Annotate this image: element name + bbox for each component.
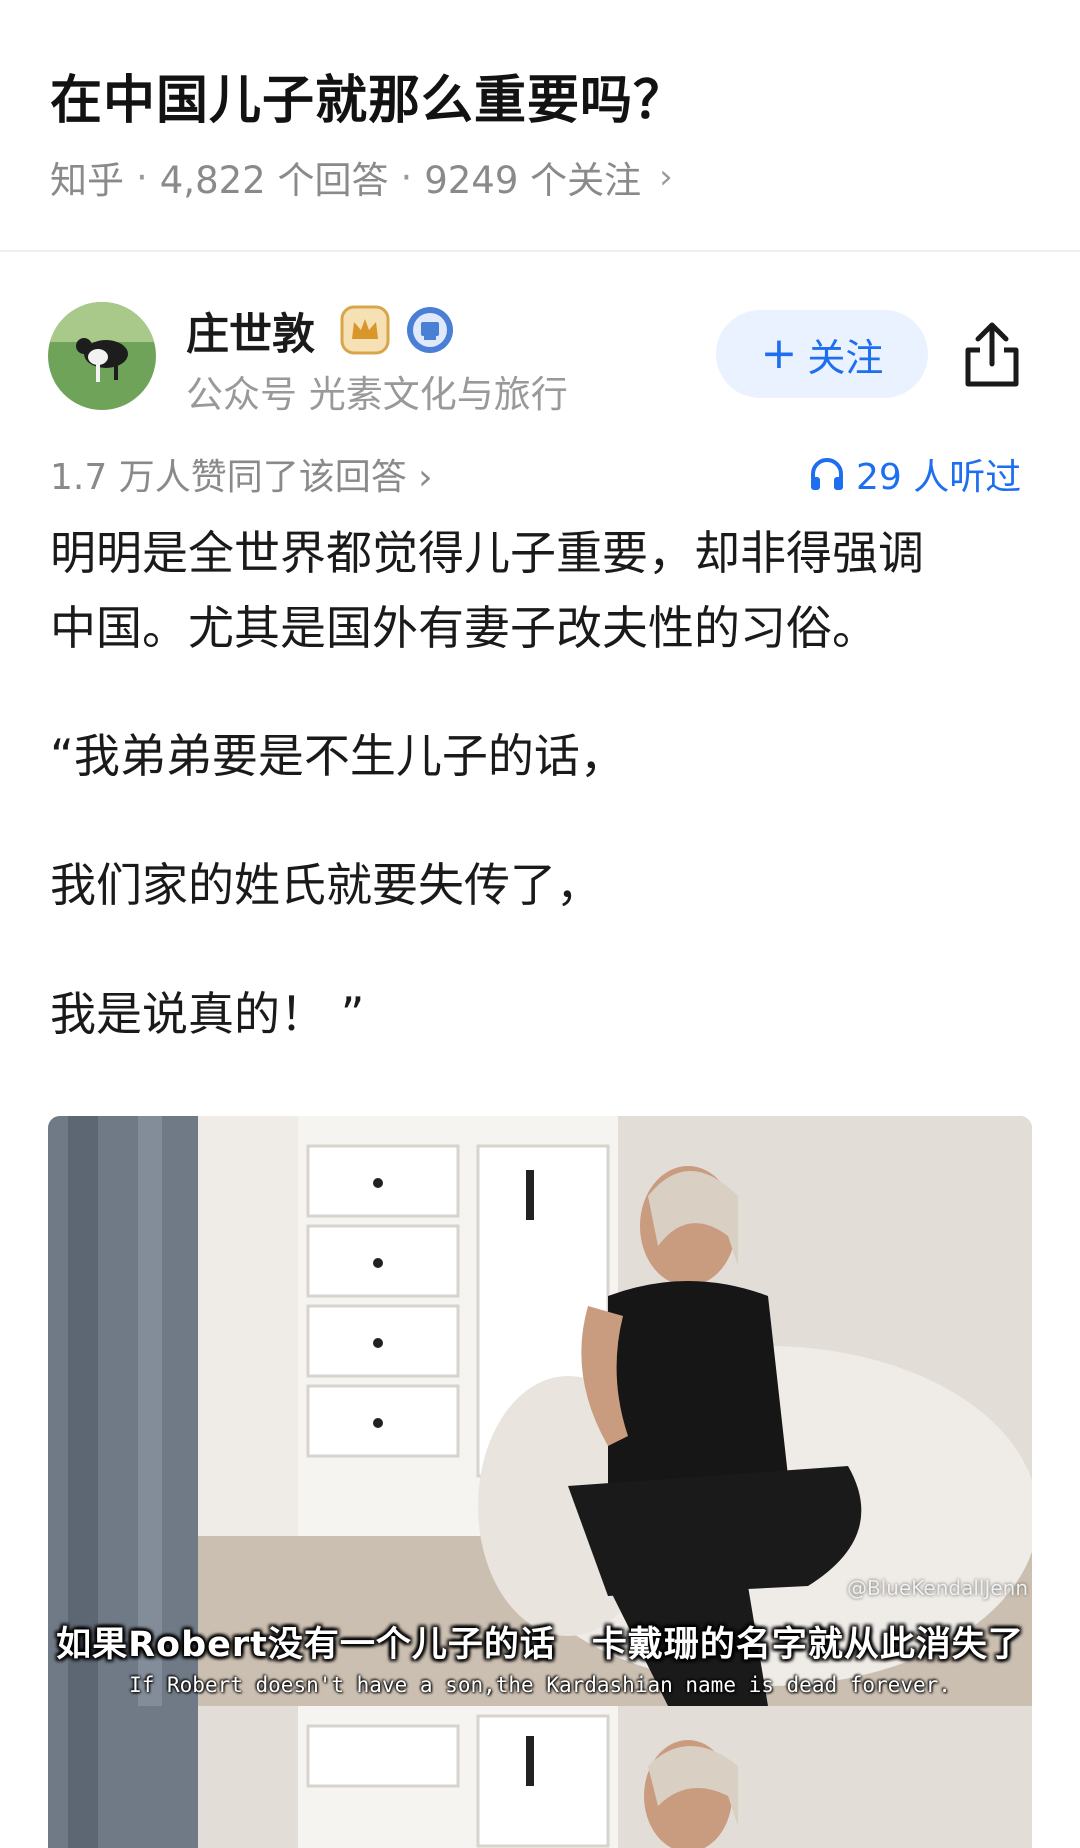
follow-button[interactable]: + 关注 [716,310,928,398]
quote-line: “我弟弟要是不生儿子的话， [50,729,626,783]
answer-line: 明明是全世界都觉得儿子重要，却非得强调 [50,526,924,580]
video-still-image-2 [48,1706,1032,1848]
plus-icon: + [760,328,798,379]
listen-count[interactable]: 29 人听过 [808,448,1021,500]
agree-count-link[interactable]: 1.7 万人赞同了该回答 › [50,448,433,500]
question-meta[interactable]: 知乎 · 4,822 个回答 · 9249 个关注 › [50,150,673,204]
meta-separator: · [400,155,413,199]
avatar[interactable] [48,302,156,410]
video-watermark: @BlueKendallJenn [847,1576,1028,1600]
quote-line: 我是说真的！ ” [50,987,365,1041]
header-divider [0,250,1080,252]
chevron-right-icon: › [659,157,673,197]
meta-separator: · [136,155,148,199]
answer-image[interactable]: @BlueKendallJenn 如果Robert没有一个儿子的话 卡戴珊的名字… [48,1116,1032,1848]
question-title[interactable]: 在中国儿子就那么重要吗？ [50,58,686,133]
listen-label: 29 人听过 [856,457,1022,498]
answers-count: 4,822 个回答 [159,159,389,202]
source-label: 知乎 [50,159,124,202]
followers-count: 9249 个关注 [424,159,642,202]
follow-label: 关注 [807,335,884,380]
author-name[interactable]: 庄世敦 [186,300,315,362]
author-subtitle: 公众号 光素文化与旅行 [186,373,568,416]
subtitle-english: If Robert doesn't have a son,the Kardash… [129,1673,951,1697]
quote-line: 我们家的姓氏就要失传了， [50,858,602,912]
share-icon[interactable] [962,320,1022,390]
blue-verified-badge-icon [405,305,455,355]
crown-badge-icon [340,305,390,355]
subtitle-chinese: 如果Robert没有一个儿子的话 卡戴珊的名字就从此消失了 [56,1625,1024,1665]
headphones-icon [811,458,843,490]
answer-line: 中国。尤其是国外有妻子改夫性的习俗。 [50,601,878,655]
